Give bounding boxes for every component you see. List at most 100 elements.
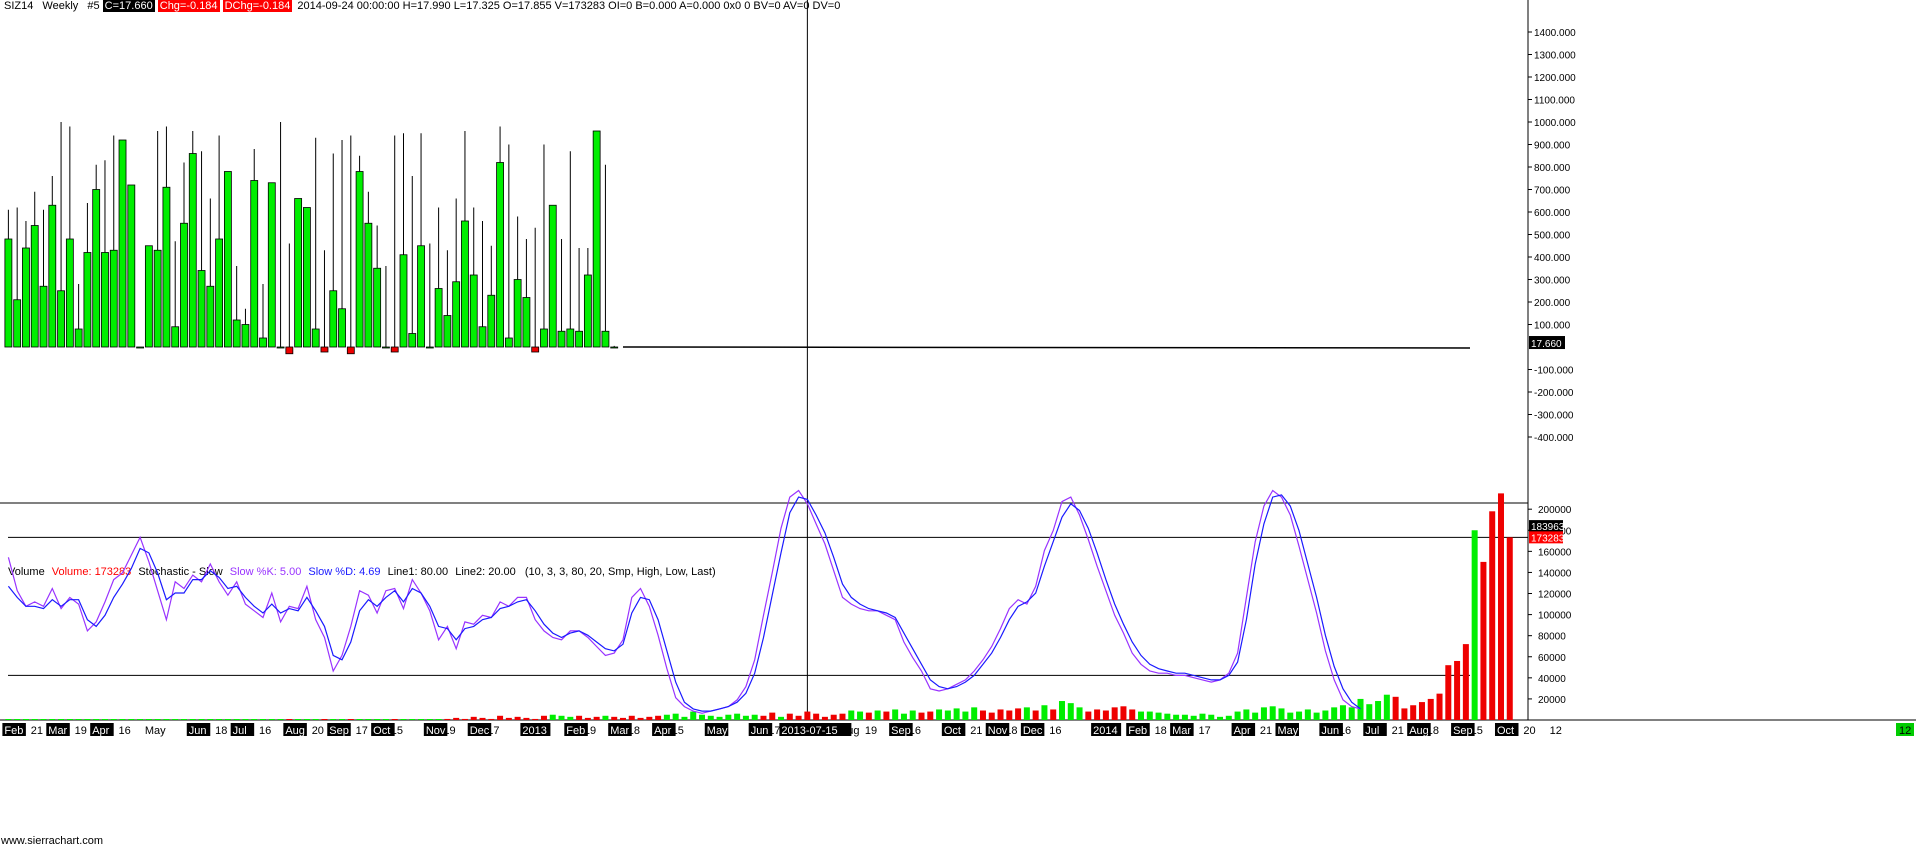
volume-scale-label: 60000 (1538, 653, 1566, 664)
volume-bar (251, 719, 258, 720)
volume-bar (497, 715, 504, 720)
date-axis-label: 16 (1049, 725, 1061, 737)
volume-bar (1410, 705, 1417, 720)
price-bar (575, 330, 583, 348)
volume-bar (1041, 705, 1048, 720)
date-axis-label: 19 (865, 725, 877, 737)
volume-bar (49, 719, 56, 720)
volume-bar (900, 713, 907, 720)
date-axis-label: Sep (329, 725, 349, 737)
price-bar (443, 315, 452, 348)
volume-bar (804, 711, 811, 720)
volume-bar (189, 719, 196, 720)
volume-bar (953, 708, 960, 720)
volume-bar (1497, 493, 1504, 720)
volume-bar (1252, 712, 1259, 720)
volume-bar (1102, 710, 1109, 720)
price-scale-label: 900.000 (1534, 141, 1571, 152)
volume-bar (365, 719, 372, 720)
price-bar (223, 171, 232, 348)
volume-bar (1313, 712, 1320, 720)
volume-bar (918, 712, 925, 720)
price-bar (259, 337, 267, 348)
chart-canvas[interactable]: 1400.000 1300.000 1200.000 1100.000 1000.000… (0, 0, 1916, 868)
volume-bar (1234, 711, 1241, 720)
volume-scale-label: 40000 (1538, 674, 1566, 685)
volume-bar (242, 719, 249, 720)
volume-bar (1181, 714, 1188, 720)
price-scale-label: -300.000 (1534, 411, 1574, 422)
volume-bar (1006, 710, 1013, 720)
volume-bar (277, 719, 284, 720)
price-bar (232, 319, 241, 348)
volume-bar (1023, 707, 1030, 720)
volume-bar (1111, 707, 1118, 720)
price-bar (504, 337, 513, 348)
price-bar (364, 222, 373, 348)
price-bar (373, 267, 382, 348)
date-axis-label: Feb (1128, 725, 1147, 737)
volume-bar (1269, 706, 1276, 720)
volume-bar (540, 715, 547, 720)
price-scale-label: 600.000 (1534, 208, 1571, 219)
date-axis-label: 18 (1155, 725, 1167, 737)
price-bar (241, 324, 250, 348)
price-bar (22, 247, 30, 348)
price-bar (153, 249, 162, 348)
date-axis-label: 15 (391, 725, 403, 737)
volume-bar (1401, 708, 1408, 720)
corner-label: 12 (1899, 725, 1911, 737)
price-bar (452, 281, 461, 348)
volume-bar (1173, 714, 1180, 720)
date-axis-label: Apr (1234, 725, 1251, 737)
date-axis-label: 15 (672, 725, 684, 737)
volume-bar (795, 715, 802, 720)
date-axis-label: Apr (654, 725, 671, 737)
volume-bar (1304, 709, 1311, 720)
price-bar (338, 308, 346, 348)
volume-bar (1260, 707, 1267, 720)
chart-window[interactable]: SIZ14 Weekly #5 C=17.660 Chg=-0.184 DChg… (0, 0, 1916, 868)
price-bars (4, 122, 619, 355)
volume-bar (1164, 713, 1171, 720)
price-bar (390, 346, 399, 353)
volume-bar (110, 719, 117, 720)
price-scale-label: 1200.000 (1534, 73, 1576, 84)
price-scale-label: 400.000 (1534, 253, 1571, 264)
price-bar (109, 249, 118, 348)
last-price-label: 17.660 (1531, 339, 1562, 350)
volume-bar (1436, 693, 1443, 720)
volume-bar (391, 719, 398, 720)
volume-bar (1032, 710, 1039, 720)
price-bar (188, 153, 197, 348)
volume-bar (1471, 530, 1478, 720)
date-axis-label: 20 (312, 725, 324, 737)
volume-bar (734, 713, 741, 720)
volume-bar (461, 718, 468, 720)
volume-bar (1489, 511, 1496, 720)
date-axis-label: Aug (285, 725, 305, 737)
volume-bar (444, 718, 451, 720)
volume-bar (751, 714, 758, 720)
volume-bar (479, 717, 486, 720)
volume-scale-label: 80000 (1538, 632, 1566, 643)
volume-bar (725, 714, 732, 720)
price-bar (399, 254, 408, 348)
volume-bar (532, 718, 539, 720)
volume-bar (303, 719, 310, 720)
volume-bar (979, 710, 986, 720)
price-bar (355, 171, 364, 348)
date-axis-label: Apr (92, 725, 109, 737)
price-bar (65, 238, 74, 348)
slow-k-line (7, 489, 1361, 714)
volume-bar (821, 716, 828, 720)
volume-bar (163, 719, 170, 720)
volume-bar (830, 714, 837, 720)
date-axis-label: 21 (1392, 725, 1404, 737)
date-axis-label: Dec (1023, 725, 1043, 737)
date-axis-label: Feb (4, 725, 23, 737)
volume-bar (1058, 701, 1065, 720)
volume-bar (128, 719, 135, 720)
price-bar (197, 270, 206, 348)
volume-bar (295, 719, 302, 720)
